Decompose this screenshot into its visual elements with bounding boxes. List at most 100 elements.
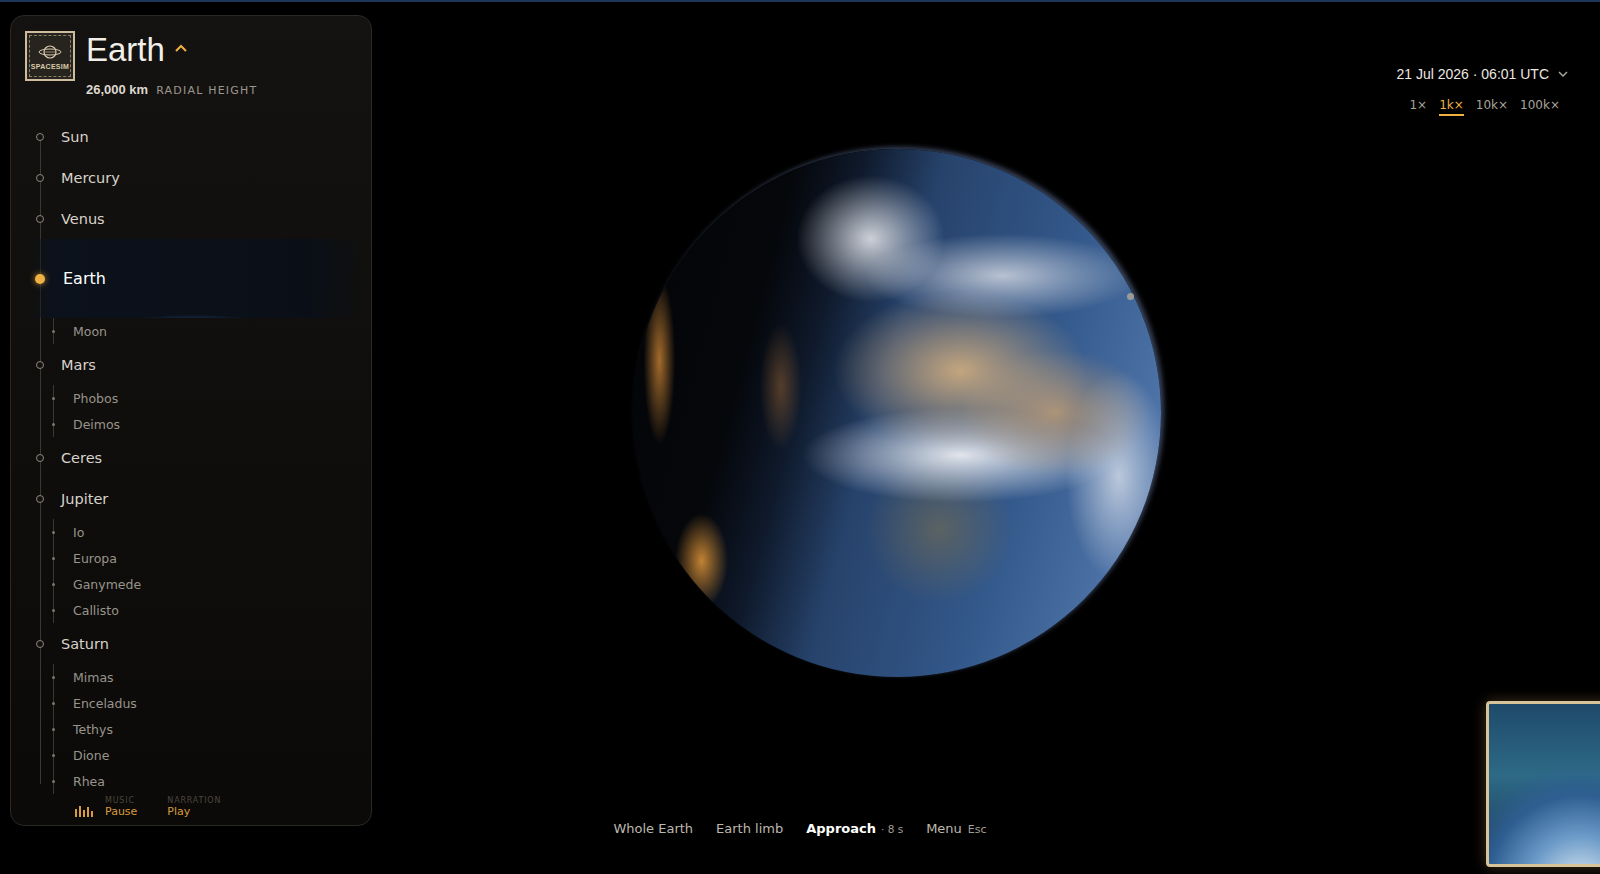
menu-button[interactable]: Menu Esc [926, 820, 986, 839]
selection-dot [52, 583, 55, 586]
view-label[interactable]: Whole Earth [613, 821, 693, 836]
moon-item[interactable]: Phobos [11, 385, 371, 411]
audio-toggle[interactable]: NARRATIONPlay [167, 796, 221, 819]
view-option[interactable]: Earth limb [716, 820, 783, 838]
height-label: RADIAL HEIGHT [156, 83, 257, 99]
moon-item[interactable]: Moon [11, 318, 371, 344]
tree-rail [11, 344, 61, 385]
speed-option[interactable]: 10k× [1476, 98, 1508, 116]
planet-item[interactable]: Mars [11, 344, 371, 385]
tree-rail [11, 690, 73, 716]
body-name[interactable]: Sun [61, 129, 89, 145]
planet-logo-icon [38, 42, 62, 62]
chevron-up-icon[interactable] [175, 44, 187, 52]
body-name[interactable]: Deimos [73, 417, 120, 432]
audio-action[interactable]: Pause [105, 805, 137, 819]
moon-item[interactable]: Rhea [11, 768, 371, 794]
planet-item[interactable]: Mercury [11, 157, 371, 198]
app-logo[interactable]: SPACESIM [25, 31, 75, 81]
moon-item[interactable]: Deimos [11, 411, 371, 437]
postcard-image[interactable] [1486, 701, 1600, 867]
body-name[interactable]: Rhea [73, 774, 105, 789]
moon-item[interactable]: Dione [11, 742, 371, 768]
chevron-down-icon [1558, 71, 1568, 78]
menu-shortcut: Esc [968, 823, 987, 836]
body-name[interactable]: Saturn [61, 636, 109, 652]
body-name[interactable]: Venus [61, 211, 105, 227]
moon-item[interactable]: Mimas [11, 664, 371, 690]
tree-rail [11, 116, 61, 157]
moon-item[interactable]: Ganymede [11, 571, 371, 597]
speed-option[interactable]: 1k× [1439, 98, 1464, 116]
body-name[interactable]: Moon [73, 324, 107, 339]
earth-globe[interactable] [633, 149, 1161, 677]
body-name[interactable]: Mimas [73, 670, 114, 685]
moon-item[interactable]: Enceladus [11, 690, 371, 716]
body-name[interactable]: Phobos [73, 391, 118, 406]
panel-header: SPACESIM Earth 26,000 kmRADIAL HEIGHT [11, 31, 371, 99]
music-bars-icon [75, 805, 97, 817]
selection-dot [52, 397, 55, 400]
audio-toggle[interactable]: MUSICPause [75, 796, 137, 819]
body-name[interactable]: Enceladus [73, 696, 137, 711]
planet-item[interactable]: Saturn [11, 623, 371, 664]
audio-controls: MUSICPause NARRATIONPlay [11, 796, 371, 819]
moon-item[interactable]: Callisto [11, 597, 371, 623]
speed-option[interactable]: 100k× [1520, 98, 1560, 116]
tree-rail [11, 437, 61, 478]
moon-item[interactable]: Europa [11, 545, 371, 571]
date-picker[interactable]: 21 Jul 2026 · 06:01 UTC [1396, 64, 1568, 84]
planet-item[interactable]: Sun [11, 116, 371, 157]
tree-rail [11, 716, 73, 742]
tree-rail [11, 318, 73, 344]
tree-rail [11, 157, 61, 198]
selection-dot [52, 330, 55, 333]
planet-item[interactable]: Jupiter [11, 478, 371, 519]
speed-selector: 1× 1k× 10k× 100k× [1409, 98, 1560, 116]
body-name[interactable]: Earth [63, 269, 106, 288]
body-title[interactable]: Earth [86, 31, 165, 69]
planet-item[interactable]: Venus [11, 198, 371, 239]
selection-dot [35, 274, 45, 284]
body-name[interactable]: Jupiter [61, 491, 108, 507]
planet-item[interactable]: Earth [11, 239, 361, 318]
moon-item[interactable]: Io [11, 519, 371, 545]
tree-rail [11, 597, 73, 623]
tree-rail [11, 385, 73, 411]
selection-dot [36, 133, 44, 141]
audio-text: MUSICPause [105, 796, 137, 819]
selection-dot [52, 676, 55, 679]
selection-dot [52, 531, 55, 534]
tree-rail [11, 742, 73, 768]
tree-rail [11, 768, 73, 794]
body-name[interactable]: Ganymede [73, 577, 141, 592]
radial-height: 26,000 kmRADIAL HEIGHT [86, 82, 257, 99]
tree-rail [11, 571, 73, 597]
view-option[interactable]: Whole Earth [613, 820, 693, 838]
selection-dot [52, 780, 55, 783]
body-name[interactable]: Mercury [61, 170, 120, 186]
moon-marker[interactable] [1127, 293, 1134, 300]
moon-item[interactable]: Tethys [11, 716, 371, 742]
view-label[interactable]: Approach [806, 821, 876, 836]
tree-rail [11, 198, 61, 239]
datetime[interactable]: 21 Jul 2026 · 06:01 UTC [1396, 66, 1549, 82]
body-name[interactable]: Tethys [73, 722, 113, 737]
audio-label: MUSIC [105, 796, 137, 805]
planet-item[interactable]: Ceres [11, 437, 371, 478]
selection-dot [36, 174, 44, 182]
speed-option[interactable]: 1× [1409, 98, 1427, 116]
audio-action[interactable]: Play [167, 805, 221, 819]
body-name[interactable]: Europa [73, 551, 117, 566]
body-name[interactable]: Ceres [61, 450, 102, 466]
title-row[interactable]: Earth [86, 31, 257, 69]
body-name[interactable]: Io [73, 525, 84, 540]
body-name[interactable]: Callisto [73, 603, 119, 618]
body-name[interactable]: Mars [61, 357, 96, 373]
selection-dot [52, 702, 55, 705]
body-name[interactable]: Dione [73, 748, 109, 763]
view-option[interactable]: Approach· 8 s [806, 820, 903, 838]
selection-dot [52, 754, 55, 757]
view-label[interactable]: Earth limb [716, 821, 783, 836]
menu-label[interactable]: Menu [926, 821, 962, 836]
